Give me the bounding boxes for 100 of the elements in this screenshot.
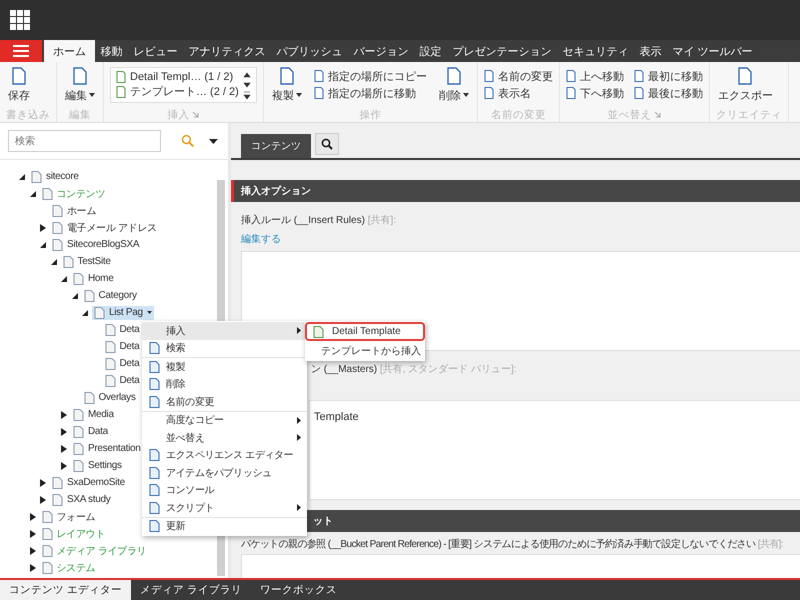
ribbon-tab[interactable]: 設定 [414, 40, 447, 62]
menu-item[interactable]: 名前の変更 [142, 393, 307, 410]
menu-item[interactable]: 検索 [142, 340, 307, 357]
tree-item[interactable]: システム [40, 560, 98, 576]
menu-item[interactable]: アイテムをパブリッシュ [142, 464, 307, 482]
ribbon-button[interactable]: 指定の場所にコピー [314, 68, 427, 84]
expanded-arrow-icon[interactable] [61, 276, 67, 282]
expanded-arrow-icon[interactable] [30, 190, 36, 196]
ribbon-button[interactable]: エクスポー [716, 66, 775, 102]
ribbon-button[interactable]: 最初に移動 [634, 68, 703, 84]
tree-item[interactable]: Presentation [71, 442, 143, 456]
editor-tab[interactable]: コンテンツ エディター [0, 580, 131, 600]
expanded-arrow-icon[interactable] [50, 258, 56, 264]
collapsed-arrow-icon[interactable] [40, 496, 46, 504]
caret-icon[interactable] [209, 138, 218, 144]
ribbon-tab[interactable]: レビュー [128, 40, 183, 62]
field-box[interactable]: Template [309, 400, 800, 500]
tree-item[interactable]: Deta [102, 340, 142, 354]
ribbon-tab[interactable]: 移動 [95, 40, 128, 62]
tree-item[interactable]: SxaDemoSite [50, 476, 127, 490]
ribbon-button[interactable]: 下へ移動 [566, 86, 624, 100]
expanded-arrow-icon[interactable] [82, 310, 88, 316]
ribbon-tab[interactable]: セキュリティ [557, 40, 634, 62]
collapsed-arrow-icon[interactable] [61, 462, 67, 470]
gallery-item[interactable]: テンプレート… (2 / 2) [116, 84, 239, 100]
menu-item[interactable]: スクリプト [142, 499, 307, 516]
tree-item[interactable]: Deta [102, 356, 142, 370]
gallery-item[interactable]: Detail Templ… (1 / 2) [116, 70, 239, 84]
menu-item[interactable]: 複製 [142, 358, 307, 376]
ribbon-tab[interactable]: パブリッシュ [271, 40, 348, 62]
collapsed-arrow-icon[interactable] [61, 444, 67, 452]
menu-item[interactable]: 挿入 [142, 322, 307, 340]
menu-item[interactable]: Detail Template [305, 322, 425, 341]
tree-item[interactable]: List Pag [92, 306, 154, 320]
ribbon-tab[interactable]: ホーム [44, 40, 95, 62]
search-button[interactable] [315, 133, 339, 155]
menu-button[interactable] [0, 40, 42, 62]
document-icon [73, 460, 84, 472]
tree-item[interactable]: メディア ライブラリ [40, 542, 148, 558]
tree-item[interactable]: 電子メール アドレス [50, 220, 159, 236]
menu-item[interactable]: 更新 [142, 518, 307, 535]
group-label: 挿入 [167, 108, 190, 122]
ribbon-button[interactable]: 削除 [436, 66, 471, 102]
collapsed-arrow-icon[interactable] [30, 564, 36, 572]
ribbon-tab[interactable]: アナリティクス [183, 40, 271, 62]
field-box[interactable] [241, 554, 800, 578]
tree-item[interactable]: レイアウト [40, 526, 108, 542]
tree-item[interactable]: TestSite [60, 254, 113, 268]
ribbon-button[interactable]: 複製 [270, 66, 304, 102]
tree-item[interactable]: Home [71, 272, 116, 286]
collapsed-arrow-icon[interactable] [30, 546, 36, 554]
collapsed-arrow-icon[interactable] [40, 478, 46, 486]
submenu-arrow-icon [297, 504, 301, 512]
ribbon-tab[interactable]: バージョン [348, 40, 414, 62]
tree-item[interactable]: Settings [71, 458, 124, 472]
tree-item[interactable]: Deta [102, 374, 142, 388]
document-icon [31, 170, 42, 182]
collapsed-arrow-icon[interactable] [61, 410, 67, 418]
ribbon-tab[interactable]: 表示 [634, 40, 667, 62]
tree-item[interactable]: コンテンツ [40, 186, 108, 202]
tree-item[interactable]: ホーム [50, 202, 98, 218]
collapsed-arrow-icon[interactable] [40, 224, 46, 232]
collapsed-arrow-icon[interactable] [30, 530, 36, 538]
tree-item[interactable]: Overlays [82, 390, 138, 404]
expanded-arrow-icon[interactable] [19, 174, 25, 180]
caret-icon[interactable] [146, 311, 152, 314]
ribbon-tab[interactable]: プレゼンテーション [447, 40, 557, 62]
expanded-arrow-icon[interactable] [72, 292, 78, 298]
ribbon-button[interactable]: 表示名 [484, 86, 553, 100]
menu-item[interactable]: コンソール [142, 482, 307, 499]
editor-tab[interactable]: ワークボックス [250, 580, 346, 600]
tree-item[interactable]: Media [71, 408, 116, 422]
menu-item[interactable]: エクスペリエンス エディター [142, 446, 307, 464]
ribbon-button[interactable]: 指定の場所に移動 [314, 86, 427, 100]
tree-item[interactable]: フォーム [40, 508, 98, 524]
ribbon-button[interactable]: 編集 [63, 66, 97, 102]
document-icon [148, 396, 160, 408]
content-tab[interactable]: コンテンツ [241, 134, 311, 158]
menu-item[interactable]: 並べ替え [142, 429, 307, 446]
tree-item[interactable]: Category [82, 288, 139, 302]
section-header[interactable]: 挿入オプション [231, 180, 800, 202]
expanded-arrow-icon[interactable] [40, 242, 46, 248]
tree-item[interactable]: Data [71, 424, 110, 438]
tree-item[interactable]: Deta [102, 322, 142, 336]
editor-tab[interactable]: メディア ライブラリ [130, 580, 251, 600]
ribbon-button[interactable]: 最後に移動 [634, 86, 703, 100]
ribbon-button[interactable]: 上へ移動 [566, 68, 624, 84]
ribbon-button[interactable]: 名前の変更 [484, 68, 553, 84]
tree-item[interactable]: sitecore [29, 170, 81, 184]
tree-item[interactable]: SitecoreBlogSXA [50, 238, 142, 252]
search-field[interactable]: 検索 [8, 130, 162, 152]
document-icon [52, 204, 63, 216]
tree-item[interactable]: SXA study [50, 492, 112, 506]
menu-item[interactable]: 高度なコピー [142, 412, 307, 429]
collapsed-arrow-icon[interactable] [30, 512, 36, 520]
collapsed-arrow-icon[interactable] [61, 428, 67, 436]
ribbon-button[interactable]: 保存 [6, 66, 32, 102]
menu-item[interactable]: テンプレートから挿入 [305, 341, 425, 360]
ribbon-tab[interactable]: マイ ツールバー [667, 40, 758, 62]
menu-item[interactable]: 削除 [142, 376, 307, 393]
